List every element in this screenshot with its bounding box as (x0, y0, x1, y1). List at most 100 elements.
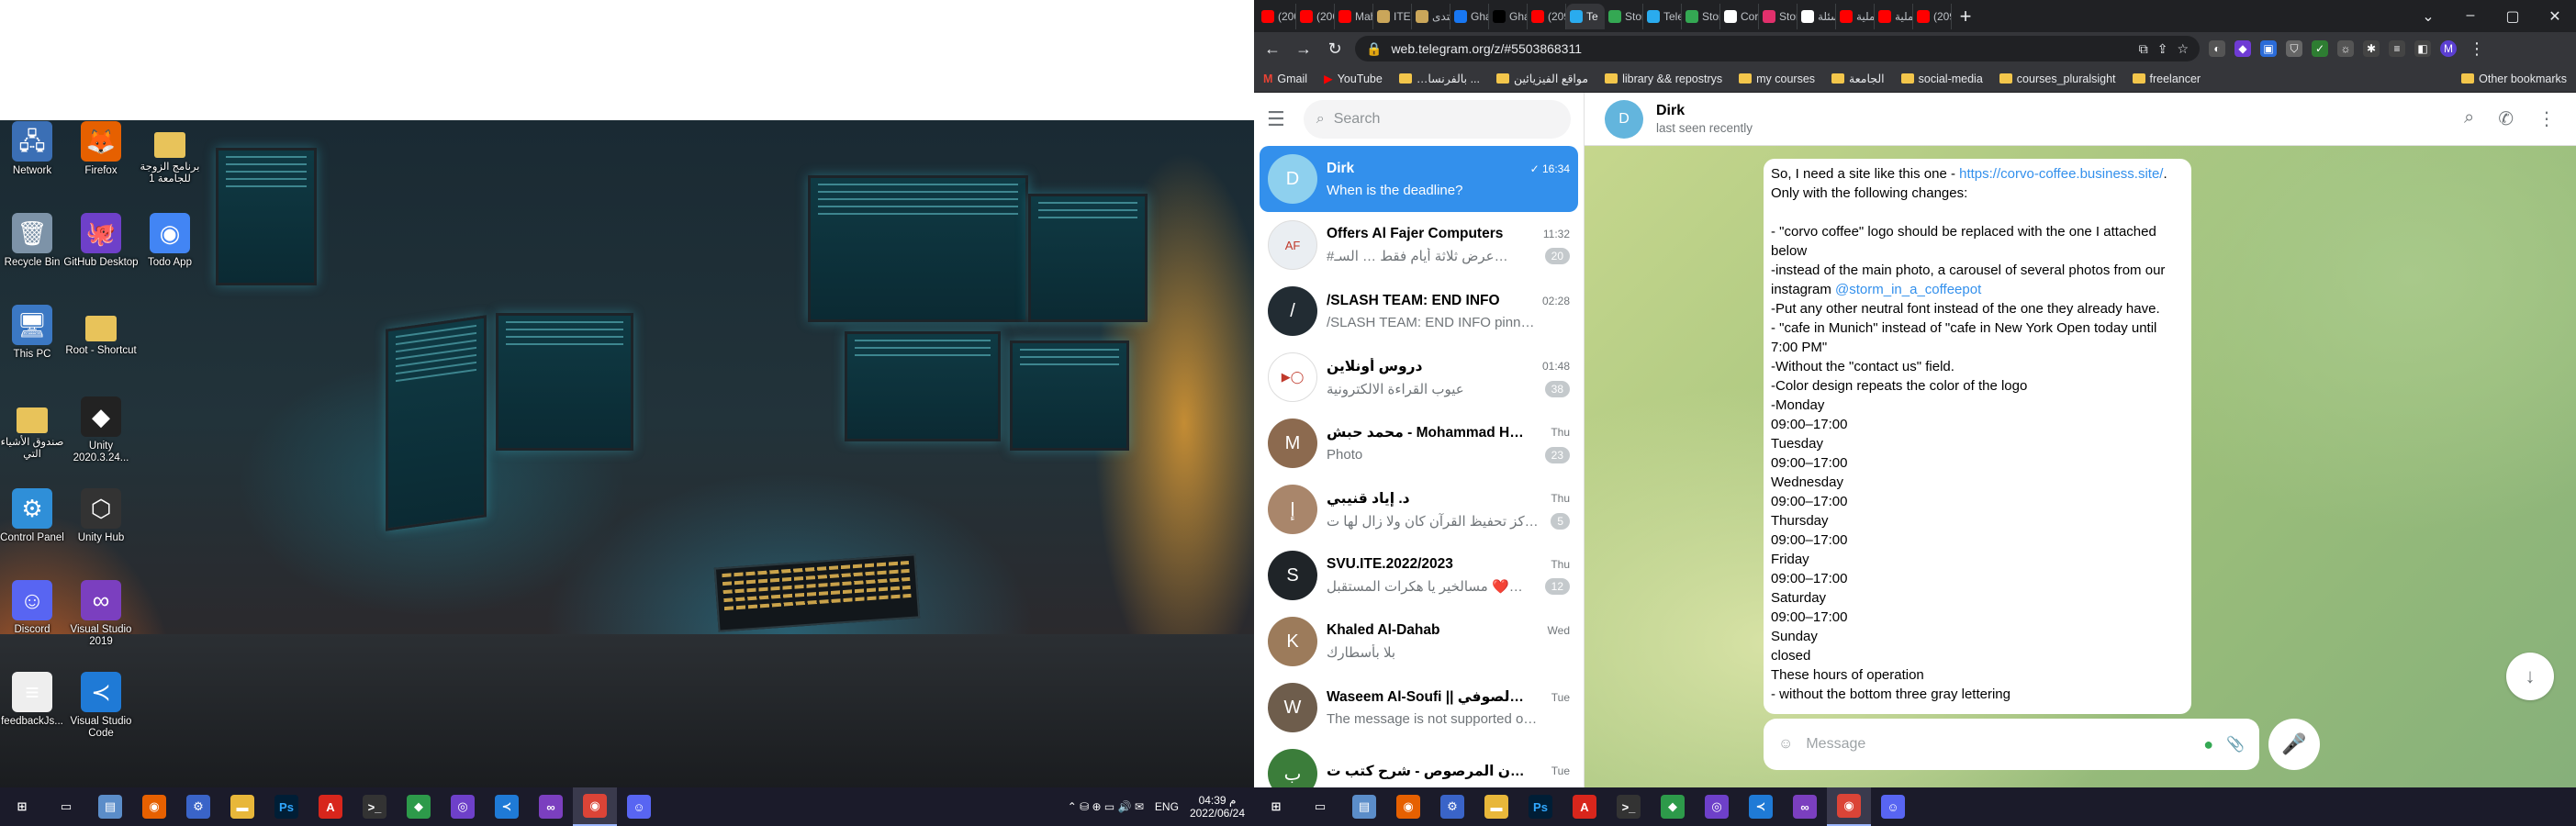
minimize-icon[interactable]: – (2449, 7, 2492, 26)
extensions-puzzle-icon[interactable]: ✱ (2363, 40, 2380, 57)
extension-icon[interactable]: ◐ (2209, 40, 2225, 57)
browser-tab[interactable]: Corvo (1720, 3, 1759, 29)
attach-icon[interactable]: 📎 (2226, 735, 2245, 753)
taskbar-windows-start-icon[interactable]: ⊞ (1254, 787, 1298, 826)
extension-icon[interactable]: ◆ (2234, 40, 2251, 57)
desktop-icon[interactable]: Root - Shortcut (60, 305, 142, 357)
taskbar-file-explorer-icon[interactable]: ▬ (1474, 787, 1518, 826)
taskbar-git-gui-icon[interactable]: ◆ (397, 787, 441, 826)
taskbar-acrobat-icon[interactable]: A (308, 787, 353, 826)
emoji-icon[interactable]: ☺ (1778, 736, 1793, 753)
desktop-icon[interactable]: ≺ Visual Studio Code (60, 672, 142, 740)
taskbar-acrobat-icon[interactable]: A (1562, 787, 1607, 826)
avatar[interactable]: إ (1268, 485, 1317, 534)
reload-icon[interactable]: ↻ (1324, 39, 1346, 59)
browser-tab[interactable]: اسئلة (1798, 3, 1836, 29)
other-bookmarks[interactable]: Other bookmarks (2461, 73, 2567, 85)
taskbar-terminal-icon[interactable]: >_ (1607, 787, 1651, 826)
bookmark-item[interactable]: ▶ YouTube (1324, 72, 1383, 86)
side-panel-icon[interactable]: ◧ (2414, 40, 2431, 57)
avatar[interactable]: D (1605, 99, 1643, 139)
taskbar-settings-icon[interactable]: ⚙ (176, 787, 220, 826)
taskbar-discord-icon[interactable]: ☺ (617, 787, 661, 826)
taskbar-file-explorer-icon[interactable]: ▬ (220, 787, 264, 826)
desktop-icon[interactable]: ⬡ Unity Hub (60, 488, 142, 544)
url-text[interactable]: web.telegram.org/z/#5503868311 (1391, 41, 2129, 56)
browser-tab[interactable]: Storm (1759, 3, 1798, 29)
avatar[interactable]: M (1268, 419, 1317, 468)
browser-tab[interactable]: (200 (1258, 3, 1296, 29)
browser-tab[interactable]: منتدى (1412, 3, 1450, 29)
taskbar-notepad-icon[interactable]: ▤ (88, 787, 132, 826)
chat-list-item[interactable]: AF Offers Al Fajer Computers 11:32 #عرض ثلا… (1260, 212, 1578, 278)
chat-list-item[interactable]: D Dirk ✓ 16:34 When is the deadline? (1260, 146, 1578, 212)
taskbar-windows-start-icon[interactable]: ⊞ (0, 787, 44, 826)
taskbar-github-icon[interactable]: ◎ (441, 787, 485, 826)
taskbar-firefox-icon[interactable]: ◉ (132, 787, 176, 826)
bookmark-item[interactable]: social-media (1900, 72, 1983, 85)
scroll-down-button[interactable]: ↓ (2506, 653, 2554, 700)
avatar[interactable]: S (1268, 551, 1317, 600)
desktop-icon[interactable]: برنامج الزوجة للجامعة 1 (129, 121, 211, 185)
bookmark-item[interactable]: freelancer (2132, 72, 2201, 85)
extension-icon[interactable]: ⛉ (2286, 40, 2302, 57)
extension-icon[interactable]: ✓ (2312, 40, 2328, 57)
taskbar-photoshop-icon[interactable]: Ps (1518, 787, 1562, 826)
desktop-icon[interactable]: ◉ Todo App (129, 213, 211, 269)
search-icon[interactable]: ⌕ (2464, 107, 2474, 130)
profile-avatar[interactable]: M (2440, 40, 2457, 57)
bookmark-item[interactable]: courses_pluralsight (1999, 72, 2116, 85)
tray-icons[interactable]: ⌃ ⛁ ⊕ ▭ 🔊 ✉ (1068, 800, 1144, 813)
taskbar-discord-icon[interactable]: ☺ (1871, 787, 1915, 826)
bookmark-item[interactable]: my courses (1739, 72, 1815, 85)
bookmark-item[interactable]: …بالفرنسا ... (1398, 72, 1480, 85)
search-input[interactable]: ⌕ Search (1303, 100, 1571, 139)
chat-list-item[interactable]: / /SLASH TEAM: END INFO 02:28/SLASH TEAM: … (1260, 278, 1578, 344)
taskbar-vscode-icon[interactable]: ≺ (485, 787, 529, 826)
browser-tab[interactable]: Teleg (1643, 3, 1682, 29)
message-input[interactable]: Message (1806, 736, 2190, 753)
menu-hamburger-icon[interactable]: ☰ (1267, 107, 1285, 131)
chat-list-item[interactable]: M محمد حبش - Mohammad Habash... Thu Photo 23 (1260, 410, 1578, 476)
browser-tab[interactable]: عملية (1836, 3, 1875, 29)
install-icon[interactable]: ⧉ (2139, 41, 2148, 57)
extension-icon[interactable]: ☼ (2337, 40, 2354, 57)
taskbar-visual-studio-icon[interactable]: ∞ (529, 787, 573, 826)
grammarly-icon[interactable]: ● (2203, 735, 2213, 754)
browser-tab[interactable]: عملية (1875, 3, 1913, 29)
chat-list-item[interactable]: S SVU.ITE.2022/2023 Thu مسالخير يا هكرات ال… (1260, 542, 1578, 608)
taskbar-vscode-icon[interactable]: ≺ (1739, 787, 1783, 826)
conversation-header[interactable]: D Dirk last seen recently ⌕ ✆ ⋮ (1585, 93, 2576, 146)
browser-tab[interactable]: (209 (1913, 3, 1952, 29)
menu-kebab-icon[interactable]: ⋮ (2466, 39, 2488, 59)
chat-list-item[interactable]: إ د. إياد قنيبي Thu مراكز تحفيظ القرآن كان … (1260, 476, 1578, 542)
bookmark-item[interactable]: مواقع الفيزيائين (1496, 72, 1588, 85)
maximize-icon[interactable]: ▢ (2492, 7, 2534, 26)
browser-tab[interactable]: Te (1566, 3, 1605, 29)
bookmark-item[interactable]: الجامعة (1831, 72, 1885, 85)
desktop-icon[interactable]: ◆ Unity 2020.3.24... (60, 396, 142, 464)
message-bubble[interactable]: So, I need a site like this one - https:… (1764, 159, 2191, 714)
more-kebab-icon[interactable]: ⋮ (2537, 107, 2556, 130)
taskbar-photoshop-icon[interactable]: Ps (264, 787, 308, 826)
clock[interactable]: 04:39 م 2022/06/24 (1190, 794, 1245, 820)
reading-list-icon[interactable]: ≡ (2389, 40, 2405, 57)
browser-tab[interactable]: Storm (1605, 3, 1643, 29)
close-icon[interactable]: ✕ (2534, 7, 2576, 26)
new-tab-button[interactable]: + (1952, 4, 1979, 29)
browser-tab[interactable]: Storm (1682, 3, 1720, 29)
taskbar-notepad-icon[interactable]: ▤ (1342, 787, 1386, 826)
taskbar-chrome-icon[interactable]: ◉ (1827, 787, 1871, 826)
back-icon[interactable]: ← (1261, 39, 1283, 59)
message-mention[interactable]: @storm_in_a_coffeepot (1835, 282, 1981, 297)
message-composer[interactable]: ☺ Message ● 📎 (1764, 719, 2259, 770)
microphone-button[interactable]: 🎤 (2268, 719, 2320, 770)
taskbar-task-view-icon[interactable]: ▭ (44, 787, 88, 826)
chat-list-item[interactable]: W Waseem Al-Soufi || الصوفي ... Tue The mes… (1260, 675, 1578, 741)
avatar[interactable]: W (1268, 683, 1317, 732)
lock-icon[interactable]: 🔒 (1366, 41, 1382, 57)
share-icon[interactable]: ⇪ (2157, 41, 2168, 57)
forward-icon[interactable]: → (1293, 39, 1315, 59)
taskbar-task-view-icon[interactable]: ▭ (1298, 787, 1342, 826)
language-indicator[interactable]: ENG (1155, 800, 1179, 813)
